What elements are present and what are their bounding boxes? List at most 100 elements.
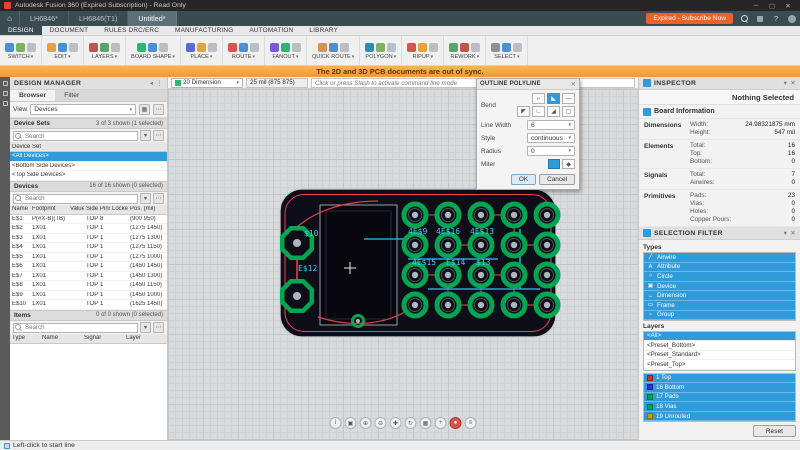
tool-icon[interactable] xyxy=(407,43,416,52)
type-filter-row[interactable]: ╱ Airwire xyxy=(644,253,795,263)
layer-filter-row[interactable]: 19 Unrouted xyxy=(644,412,795,422)
tool-icon[interactable] xyxy=(340,43,349,52)
home-icon[interactable]: ⌂ xyxy=(0,11,20,26)
ribbon-group[interactable]: PLACE ▾ xyxy=(181,36,223,65)
command-line-input[interactable] xyxy=(311,78,635,88)
tool-icon[interactable] xyxy=(460,43,469,52)
items-column-headers[interactable]: Type Name Signal Layer xyxy=(10,334,167,344)
ribbon-group[interactable]: POLYGON ▾ xyxy=(360,36,402,65)
tool-icon[interactable] xyxy=(418,43,427,52)
ribbon-group[interactable]: RIPUP ▾ xyxy=(402,36,444,65)
tool-icon[interactable] xyxy=(502,43,511,52)
tool-icon[interactable] xyxy=(27,43,36,52)
tool-icon[interactable] xyxy=(197,43,206,52)
layer-preset-row[interactable]: <Preset_Top> xyxy=(644,360,795,370)
device-row[interactable]: E$9 1X01 TOP 1 (1450 1000) xyxy=(10,291,167,301)
ribbon-menu-item[interactable]: MANUFACTURING xyxy=(167,26,241,35)
filter-dropdown-button[interactable]: ▾ xyxy=(140,130,151,141)
tool-icon[interactable] xyxy=(239,43,248,52)
device-row[interactable]: E$7 1X01 TOP 1 (1450 1300) xyxy=(10,272,167,282)
tool-icon[interactable] xyxy=(148,43,157,52)
layer-preset-row[interactable]: <All> xyxy=(644,332,795,342)
tool-icon[interactable] xyxy=(5,43,14,52)
tool-icon[interactable] xyxy=(58,43,67,52)
panel-options-button[interactable]: ⋯ xyxy=(153,104,164,115)
device-set-row[interactable]: <Bottom Side Devices> xyxy=(10,162,167,172)
collapse-panel-icon[interactable]: ◂ xyxy=(150,79,154,87)
bend-style-button[interactable]: — xyxy=(562,93,575,104)
device-row[interactable]: E$1 P(#X-B)(TB) TOP 8 (900 950) xyxy=(10,215,167,225)
tool-icon[interactable] xyxy=(208,43,217,52)
tool-icon[interactable] xyxy=(111,43,120,52)
type-filter-row[interactable]: ▣ Device xyxy=(644,282,795,292)
filter-dropdown-button[interactable]: ▾ xyxy=(140,193,151,204)
dialog-header[interactable]: OUTLINE POLYLINE ✕ xyxy=(477,79,579,90)
tool-icon[interactable] xyxy=(89,43,98,52)
cancel-button[interactable]: Cancel xyxy=(539,174,575,185)
tool-icon[interactable] xyxy=(16,43,25,52)
device-row[interactable]: E$3 1X01 TOP 1 (1275 1300) xyxy=(10,234,167,244)
view-button[interactable]: ● xyxy=(450,417,462,429)
line-width-select[interactable]: 6 ▾ xyxy=(527,120,575,130)
tool-icon[interactable] xyxy=(228,43,237,52)
ribbon-group[interactable]: LAYERS ▾ xyxy=(84,36,126,65)
layer-preset-row[interactable]: <Preset_Bottom> xyxy=(644,341,795,351)
close-button[interactable]: ✕ xyxy=(780,2,796,10)
tool-icon[interactable] xyxy=(250,43,259,52)
ribbon-menu-item[interactable]: AUTOMATION xyxy=(241,26,301,35)
view-select[interactable]: Devices ▾ xyxy=(30,104,136,115)
miter-color-swatch[interactable] xyxy=(548,159,560,169)
tool-icon[interactable] xyxy=(429,43,438,52)
view-button[interactable]: ✚ xyxy=(390,417,402,429)
ok-button[interactable]: OK xyxy=(511,174,536,185)
bend-style-button[interactable]: ∟ xyxy=(532,106,545,117)
close-icon[interactable]: ✕ xyxy=(790,229,796,237)
minimize-button[interactable]: ─ xyxy=(748,2,764,9)
tool-icon[interactable] xyxy=(281,43,290,52)
items-search-input[interactable] xyxy=(13,323,138,333)
dock-tool-icon[interactable] xyxy=(3,91,8,96)
device-row[interactable]: E$8 1X01 TOP 1 (1450 1150) xyxy=(10,281,167,291)
view-button[interactable]: ▦ xyxy=(420,417,432,429)
ribbon-group[interactable]: SELECT ▾ xyxy=(486,36,528,65)
tool-icon[interactable] xyxy=(292,43,301,52)
device-set-row[interactable]: <Top Side Devices> xyxy=(10,171,167,181)
dock-tool-icon[interactable] xyxy=(3,101,8,106)
tool-icon[interactable] xyxy=(69,43,78,52)
type-filter-row[interactable]: A Attribute xyxy=(644,263,795,273)
tool-icon[interactable] xyxy=(270,43,279,52)
tool-icon[interactable] xyxy=(471,43,480,52)
user-avatar[interactable] xyxy=(784,11,800,26)
device-sets-search-input[interactable] xyxy=(13,131,138,141)
device-set-row[interactable]: <All Devices> xyxy=(10,152,167,162)
devices-header[interactable]: Devices 16 of 16 shown (0 selected) xyxy=(10,181,167,192)
view-button[interactable]: ▣ xyxy=(345,417,357,429)
layer-filter-row[interactable]: 18 Vias xyxy=(644,402,795,412)
devices-search-input[interactable] xyxy=(13,194,138,204)
tool-icon[interactable] xyxy=(137,43,146,52)
document-tab[interactable]: LH6846* xyxy=(20,11,69,26)
filter-dropdown-button[interactable]: ▾ xyxy=(140,322,151,333)
document-tab[interactable]: LH6846(T1) xyxy=(69,11,128,26)
dock-tool-icon[interactable] xyxy=(3,81,8,86)
ribbon-group[interactable]: SWITCH ▾ xyxy=(0,36,42,65)
more-options-button[interactable]: ⋯ xyxy=(153,322,164,333)
help-icon[interactable]: ? xyxy=(768,11,784,26)
items-header[interactable]: Items 0 of 0 shown (0 selected) xyxy=(10,310,167,321)
view-button[interactable]: ⊖ xyxy=(375,417,387,429)
device-row[interactable]: E$4 1X01 TOP 1 (1275 1150) xyxy=(10,243,167,253)
tool-icon[interactable] xyxy=(159,43,168,52)
layer-preset-row[interactable]: <Preset_Standard> xyxy=(644,351,795,361)
panel-dropdown-icon[interactable]: ▾ xyxy=(784,79,788,87)
devices-column-headers[interactable]: Name Footprint Value Side Pins Locked Po… xyxy=(10,205,167,215)
tool-icon[interactable] xyxy=(491,43,500,52)
panel-dropdown-icon[interactable]: ▾ xyxy=(784,229,788,237)
expired-subscribe-button[interactable]: Expired - Subscribe Now xyxy=(646,13,733,24)
device-row[interactable]: E$2 1X01 TOP 1 (1275 1450) xyxy=(10,224,167,234)
maximize-button[interactable]: ▢ xyxy=(764,2,780,10)
ribbon-menu-item[interactable]: DESIGN xyxy=(0,26,42,35)
bend-style-button[interactable]: ◤ xyxy=(517,106,530,117)
tool-icon[interactable] xyxy=(449,43,458,52)
tool-icon[interactable] xyxy=(376,43,385,52)
layer-filter-row[interactable]: 17 Pads xyxy=(644,393,795,403)
